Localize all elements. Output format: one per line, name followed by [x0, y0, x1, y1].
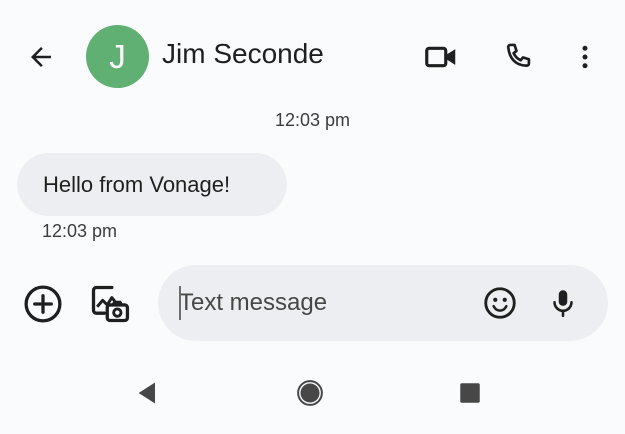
avatar-initial: J [109, 37, 126, 75]
system-navigation-bar [0, 360, 625, 430]
nav-recents-icon [460, 383, 480, 403]
nav-back-icon [138, 382, 155, 404]
add-circle-icon [24, 285, 62, 323]
contact-name[interactable]: Jim Seconde [162, 38, 324, 70]
mic-icon [553, 290, 573, 318]
emoji-icon [484, 287, 516, 319]
conversation-header: J Jim Seconde [0, 0, 625, 112]
video-call-icon [425, 46, 456, 68]
more-vert-icon [582, 45, 588, 69]
add-attachment-button[interactable] [19, 280, 67, 328]
back-button[interactable] [17, 33, 65, 81]
nav-home-icon [297, 380, 323, 406]
conversation-timestamp: 12:03 pm [274, 110, 351, 130]
message-compose-bar [158, 265, 608, 341]
gallery-button[interactable] [86, 280, 134, 328]
message-timestamp: 12:03 pm [42, 221, 118, 241]
nav-back-button[interactable] [124, 369, 172, 417]
phone-icon [506, 43, 531, 67]
voice-call-button[interactable] [494, 33, 542, 81]
avatar[interactable]: J [86, 25, 149, 88]
arrow-back-icon [31, 47, 51, 67]
text-cursor [179, 286, 181, 320]
emoji-button[interactable] [476, 279, 524, 327]
gallery-camera-icon [91, 285, 130, 323]
more-options-button[interactable] [561, 33, 609, 81]
message-bubble-incoming[interactable]: Hello from Vonage! [17, 153, 287, 216]
nav-recents-button[interactable] [446, 369, 494, 417]
message-text: Hello from Vonage! [43, 171, 231, 197]
video-call-button[interactable] [417, 33, 465, 81]
messages-screen: J Jim Seconde 12:03 pm Hello from Vonage… [0, 0, 625, 434]
nav-home-button[interactable] [286, 369, 334, 417]
message-input[interactable] [179, 285, 469, 321]
voice-input-button[interactable] [539, 279, 587, 327]
